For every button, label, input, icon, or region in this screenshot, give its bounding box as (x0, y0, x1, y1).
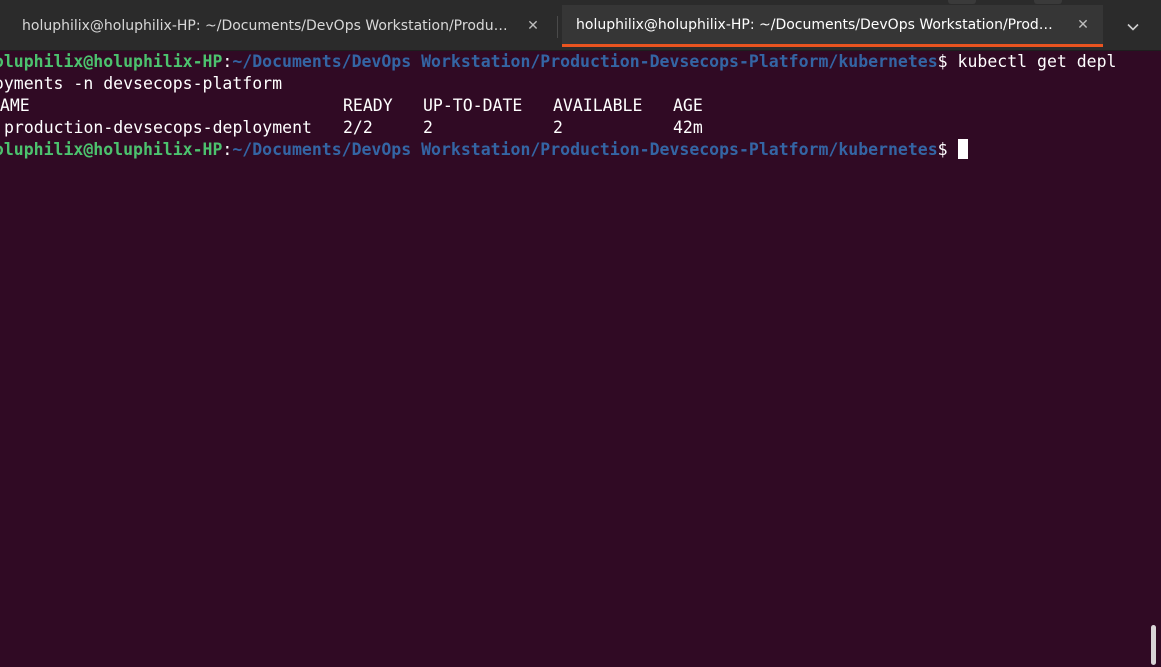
tab-terminal-2[interactable]: holuphilix@holuphilix-HP: ~/Documents/De… (562, 5, 1103, 47)
prompt-path: ~/Documents/DevOps Workstation/Productio… (232, 140, 938, 159)
close-icon[interactable]: ✕ (1071, 17, 1095, 33)
tab-bar: holuphilix@holuphilix-HP: ~/Documents/De… (0, 0, 1161, 51)
table-header-row: NAME READY UP-TO-DATE AVAILABLE AGE (0, 95, 1136, 117)
prompt-user-host: holuphilix@holuphilix-HP (0, 52, 223, 71)
tab-terminal-1[interactable]: holuphilix@holuphilix-HP: ~/Documents/De… (8, 5, 553, 47)
prompt-path: ~/Documents/DevOps Workstation/Productio… (232, 52, 938, 71)
terminal-line: holuphilix@holuphilix-HP:~/Documents/Dev… (0, 139, 968, 161)
tab-title: holuphilix@holuphilix-HP: ~/Documents/De… (22, 18, 521, 34)
prompt-dollar: $ (937, 140, 948, 159)
cell-up-to-date: 2 (423, 118, 433, 137)
chevron-down-icon (1127, 23, 1139, 31)
column-header-up-to-date: UP-TO-DATE (423, 96, 523, 115)
terminal-output[interactable]: holuphilix@holuphilix-HP:~/Documents/Dev… (0, 51, 1146, 667)
scrollbar-thumb[interactable] (1151, 625, 1156, 665)
cell-age: 42m (673, 118, 703, 137)
command-text: kubectl get depl (947, 52, 1117, 71)
terminal-scrollbar[interactable] (1146, 51, 1161, 667)
command-text-wrapped: loyments -n devsecops-platform (0, 74, 283, 93)
terminal-window: holuphilix@holuphilix-HP: ~/Documents/De… (0, 0, 1161, 667)
prompt-user-host: holuphilix@holuphilix-HP (0, 140, 223, 159)
window-control-hint (948, 0, 976, 4)
cell-ready: 2/2 (343, 118, 373, 137)
column-header-name: NAME (0, 96, 30, 115)
text-cursor (957, 139, 968, 159)
tab-divider (557, 16, 558, 38)
cell-name: production-devsecops-deployment (4, 118, 312, 137)
column-header-age: AGE (673, 96, 703, 115)
prompt-separator: : (222, 52, 233, 71)
column-header-available: AVAILABLE (553, 96, 643, 115)
window-control-hint (1034, 0, 1062, 4)
tab-title: holuphilix@holuphilix-HP: ~/Documents/De… (576, 16, 1071, 33)
terminal-line: loyments -n devsecops-platform (0, 73, 282, 95)
tab-menu-button[interactable] (1118, 15, 1148, 39)
table-row: production-devsecops-deployment 2/2 2 2 … (4, 117, 1146, 139)
prompt-separator: : (222, 140, 233, 159)
terminal-line: holuphilix@holuphilix-HP:~/Documents/Dev… (0, 51, 1117, 73)
prompt-dollar: $ (937, 52, 948, 71)
cell-available: 2 (553, 118, 563, 137)
column-header-ready: READY (343, 96, 393, 115)
close-icon[interactable]: ✕ (521, 18, 545, 34)
